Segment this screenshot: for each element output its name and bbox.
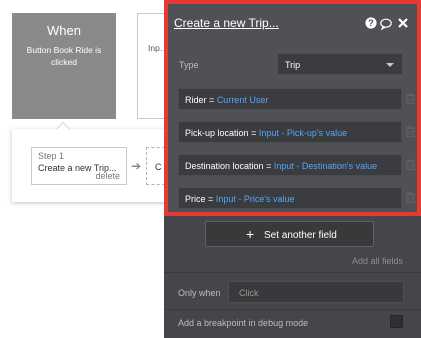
event-title: When bbox=[47, 23, 81, 38]
step-number: Step 1 bbox=[38, 151, 65, 161]
workflow-steps-row: Step 1 Create a new Trip... delete ➔ C bbox=[12, 129, 176, 202]
step-card[interactable]: Step 1 Create a new Trip... delete bbox=[31, 147, 127, 185]
field-label: Pick-up location bbox=[185, 128, 249, 138]
field-destination-location[interactable]: Destination location = Input - Destinati… bbox=[178, 154, 402, 176]
plus-icon: + bbox=[246, 226, 255, 242]
field-equals: = bbox=[208, 194, 214, 204]
action-settings-highlight: Create a new Trip... ? Type Trip Rider =… bbox=[164, 0, 421, 216]
field-equals: = bbox=[266, 161, 272, 171]
event-card-when[interactable]: When Button Book Ride is clicked bbox=[12, 13, 116, 119]
set-another-field-label: Set another field bbox=[264, 230, 337, 241]
set-another-field-button[interactable]: + Set another field bbox=[205, 221, 374, 247]
field-equals: = bbox=[209, 95, 215, 105]
field-pickup-location[interactable]: Pick-up location = Input - Pick-up's val… bbox=[178, 121, 402, 143]
field-equals: = bbox=[251, 128, 257, 138]
only-when-placeholder: Click bbox=[239, 288, 259, 298]
type-label: Type bbox=[179, 60, 199, 70]
field-price[interactable]: Price = Input - Price's value bbox=[178, 187, 402, 209]
arrow-icon: ➔ bbox=[131, 159, 142, 173]
divider bbox=[164, 309, 421, 310]
field-value[interactable]: Input - Price's value bbox=[216, 194, 295, 204]
trash-icon[interactable] bbox=[406, 192, 415, 203]
only-when-label: Only when bbox=[178, 288, 221, 298]
field-label: Rider bbox=[185, 95, 207, 105]
chevron-down-icon bbox=[386, 63, 394, 67]
field-label: Destination location bbox=[185, 161, 264, 171]
field-value[interactable]: Input - Pick-up's value bbox=[259, 128, 347, 138]
next-step-text: C bbox=[155, 162, 162, 172]
trash-icon[interactable] bbox=[406, 126, 415, 137]
trash-icon[interactable] bbox=[406, 159, 415, 170]
type-dropdown-value: Trip bbox=[285, 60, 301, 70]
help-icon[interactable]: ? bbox=[365, 17, 377, 29]
debug-breakpoint-label: Add a breakpoint in debug mode bbox=[178, 318, 309, 328]
step-delete-link[interactable]: delete bbox=[95, 171, 120, 181]
only-when-input[interactable]: Click bbox=[228, 281, 404, 303]
divider bbox=[164, 272, 421, 273]
trash-icon[interactable] bbox=[406, 93, 415, 104]
type-dropdown[interactable]: Trip bbox=[277, 53, 403, 75]
chat-icon[interactable] bbox=[380, 18, 392, 30]
field-value[interactable]: Current User bbox=[217, 95, 269, 105]
field-value[interactable]: Input - Destination's value bbox=[274, 161, 377, 171]
field-rider[interactable]: Rider = Current User bbox=[178, 88, 402, 110]
add-all-fields-link[interactable]: Add all fields bbox=[352, 256, 403, 266]
property-editor-panel: Create a new Trip... ? Type Trip Rider =… bbox=[164, 0, 421, 338]
svg-text:?: ? bbox=[368, 18, 374, 28]
panel-title[interactable]: Create a new Trip... bbox=[174, 16, 279, 30]
debug-breakpoint-checkbox[interactable] bbox=[390, 315, 403, 328]
close-icon[interactable] bbox=[397, 17, 409, 29]
event-subtitle: Button Book Ride is clicked bbox=[26, 45, 102, 67]
field-label: Price bbox=[185, 194, 206, 204]
